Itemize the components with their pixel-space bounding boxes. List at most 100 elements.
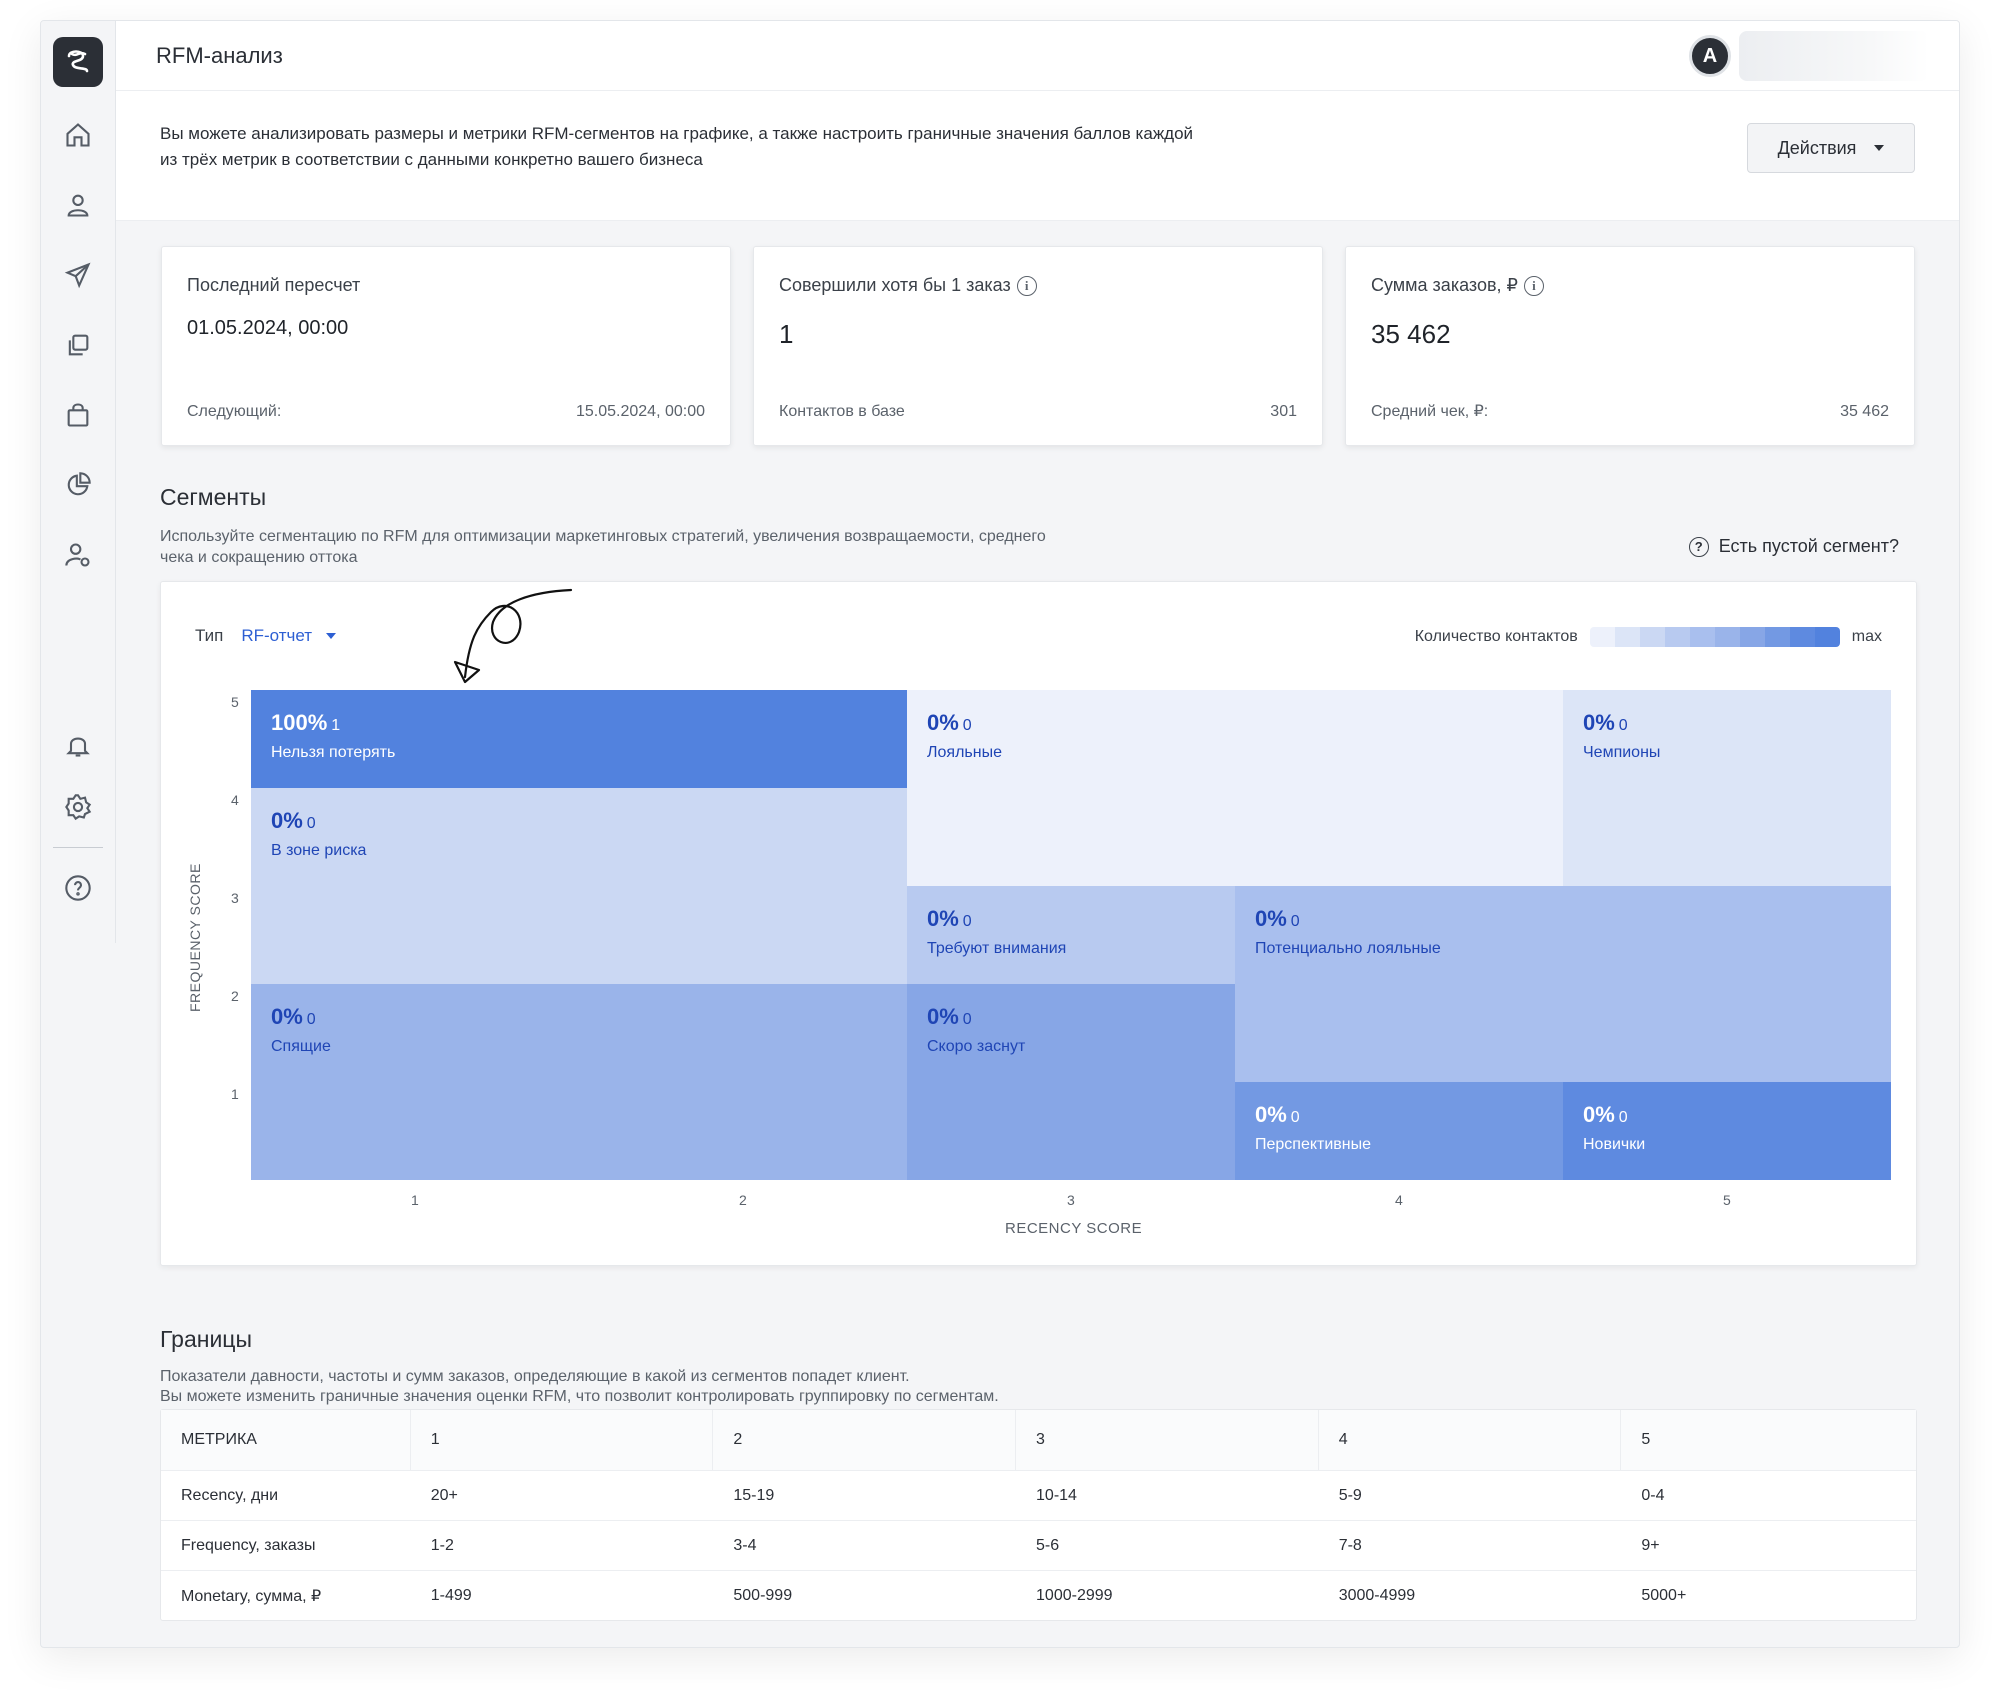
segment-cell-need-attention[interactable]: 0% 0 Требуют внимания — [907, 886, 1235, 984]
table-header-cell: МЕТРИКА — [161, 1410, 411, 1470]
table-row: Monetary, сумма, ₽ 1-499 500-999 1000-29… — [161, 1570, 1916, 1620]
segment-cell-promising[interactable]: 0% 0 Перспективные — [1235, 1082, 1563, 1180]
x-tick: 3 — [1067, 1192, 1075, 1208]
bounds-title: Границы — [160, 1326, 252, 1352]
segment-count: 0 — [962, 913, 972, 930]
y-tick: 5 — [231, 694, 239, 710]
send-icon[interactable] — [58, 255, 98, 295]
x-tick: 4 — [1395, 1192, 1403, 1208]
table-header-cell: 5 — [1641, 1431, 1651, 1448]
app-logo[interactable] — [53, 37, 103, 87]
legend-step — [1639, 627, 1665, 647]
table-header-row: МЕТРИКА 1 2 3 4 5 — [161, 1410, 1916, 1470]
logo-icon — [67, 50, 89, 73]
info-icon[interactable]: i — [1016, 275, 1037, 296]
legend-step — [1739, 627, 1765, 647]
table-row: Frequency, заказы 1-2 3-4 5-6 7-8 9+ — [161, 1520, 1916, 1570]
copy-icon[interactable] — [58, 325, 98, 365]
segment-name: Потенциально лояльные — [1255, 940, 1441, 957]
x-tick: 1 — [411, 1192, 419, 1208]
segment-cell-potential-loyal[interactable]: 0% 0 Потенциально лояльные — [1235, 886, 1891, 1082]
actions-button[interactable]: Действия — [1747, 123, 1915, 173]
table-cell[interactable]: 9+ — [1621, 1521, 1916, 1570]
actions-label: Действия — [1777, 137, 1857, 158]
avatar[interactable]: A — [1689, 35, 1731, 77]
type-select-value: RF-отчет — [241, 626, 313, 645]
table-header-cell: 4 — [1319, 1410, 1622, 1470]
segment-cell-about-to-sleep[interactable]: 0% 0 Скоро заснут — [907, 984, 1235, 1180]
color-legend: Количество контактов max — [1415, 627, 1882, 647]
empty-segment-link[interactable]: ? Есть пустой сегмент? — [1688, 536, 1899, 557]
segment-percent: 0% — [927, 1004, 959, 1029]
segment-cell-new-customers[interactable]: 0% 0 Новички — [1563, 1082, 1891, 1180]
card-label-text: Сумма заказов, ₽ — [1371, 275, 1518, 295]
segment-name: Новички — [1583, 1136, 1646, 1153]
table-cell[interactable]: 1000-2999 — [1016, 1571, 1319, 1620]
table-cell[interactable]: 3000-4999 — [1319, 1571, 1622, 1620]
y-tick: 3 — [231, 890, 239, 906]
card-order-sum: Сумма заказов, ₽ i 35 462 Средний чек, ₽… — [1345, 246, 1915, 446]
user-name-blurred[interactable] — [1739, 31, 1929, 81]
segments-description: Используйте сегментацию по RFM для оптим… — [160, 528, 1046, 566]
table-header-cell: 1 — [411, 1410, 714, 1470]
table-cell[interactable]: 15-19 — [713, 1471, 1016, 1520]
table-cell[interactable]: 0-4 — [1621, 1471, 1916, 1520]
home-icon[interactable] — [58, 115, 98, 155]
table-cell[interactable]: 5-6 — [1016, 1521, 1319, 1570]
table-cell[interactable]: 7-8 — [1319, 1521, 1622, 1570]
table-header-cell: 3 — [1016, 1410, 1319, 1470]
pie-chart-icon[interactable] — [58, 465, 98, 505]
table-cell: Recency, дни — [181, 1486, 279, 1504]
table-cell[interactable]: 1-2 — [411, 1521, 714, 1570]
segment-cell-loyal[interactable]: 0% 0 Лояльные — [907, 690, 1563, 886]
sidebar — [41, 21, 116, 943]
segment-percent: 0% — [271, 808, 303, 833]
segment-count: 0 — [962, 1011, 972, 1028]
segment-cell-champions[interactable]: 0% 0 Чемпионы — [1563, 690, 1891, 886]
segment-percent: 0% — [271, 1004, 303, 1029]
legend-step — [1814, 627, 1840, 647]
segments-title: Сегменты — [160, 484, 267, 510]
table-cell[interactable]: 1-499 — [411, 1571, 714, 1620]
intro-panel: Вы можете анализировать размеры и метрик… — [116, 91, 1959, 221]
user-icon[interactable] — [58, 185, 98, 225]
table-cell[interactable]: 5000+ — [1621, 1571, 1916, 1620]
type-select[interactable]: RF-отчет — [241, 626, 337, 646]
info-icon[interactable]: i — [1523, 275, 1544, 296]
segment-cell-cannot-lose[interactable]: 100% 1 Нельзя потерять — [251, 690, 907, 788]
card-foot-label: Следующий: — [187, 403, 282, 420]
segment-cell-hibernating[interactable]: 0% 0 Спящие — [251, 984, 907, 1180]
card-foot-value: 301 — [1270, 403, 1297, 420]
card-value: 1 — [779, 319, 794, 349]
bag-icon[interactable] — [58, 395, 98, 435]
segment-name: Лояльные — [927, 744, 1002, 761]
rfm-grid: 100% 1 Нельзя потерять 0% 0 Лояльные 0% 0 Ч… — [251, 690, 1891, 1180]
table-cell: Monetary, сумма, ₽ — [181, 1587, 322, 1605]
gear-icon[interactable] — [58, 787, 98, 827]
help-icon[interactable] — [58, 868, 98, 908]
table-cell[interactable]: 5-9 — [1319, 1471, 1622, 1520]
table-cell[interactable]: 20+ — [411, 1471, 714, 1520]
table-cell[interactable]: 10-14 — [1016, 1471, 1319, 1520]
question-icon: ? — [1688, 536, 1709, 557]
empty-segment-text: Есть пустой сегмент? — [1718, 536, 1899, 556]
segment-percent: 0% — [1255, 1102, 1287, 1127]
segment-percent: 100% — [271, 710, 328, 735]
segment-count: 0 — [1618, 1109, 1628, 1126]
table-cell[interactable]: 3-4 — [713, 1521, 1016, 1570]
bell-icon[interactable] — [58, 725, 98, 765]
segment-percent: 0% — [1255, 906, 1287, 931]
legend-max: max — [1851, 628, 1882, 645]
card-last-recalc: Последний пересчет 01.05.2024, 00:00 Сле… — [161, 246, 731, 446]
segment-percent: 0% — [927, 906, 959, 931]
top-bar: RFM-анализ A — [116, 21, 1959, 91]
y-tick: 4 — [231, 792, 239, 808]
bounds-description-2: Вы можете изменить граничные значения оц… — [160, 1388, 999, 1405]
user-settings-icon[interactable] — [58, 535, 98, 575]
x-axis-title: RECENCY SCORE — [1005, 1220, 1143, 1237]
segment-cell-at-risk[interactable]: 0% 0 В зоне риска — [251, 788, 907, 984]
table-cell: Frequency, заказы — [181, 1536, 316, 1554]
segment-name: Скоро заснут — [927, 1038, 1026, 1055]
table-header-cell: 2 — [713, 1410, 1017, 1470]
table-cell[interactable]: 500-999 — [713, 1571, 1016, 1620]
